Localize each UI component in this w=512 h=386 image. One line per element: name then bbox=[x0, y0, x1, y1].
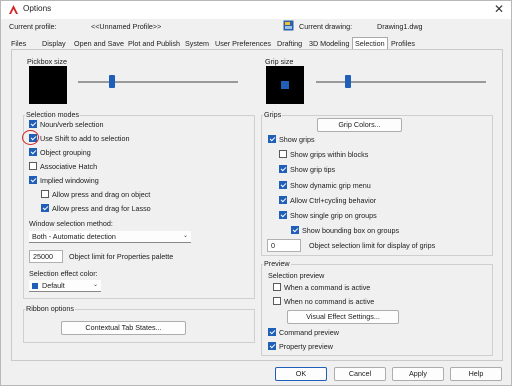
grip-limit-value: 0 bbox=[271, 241, 275, 250]
press-drag-lasso-checkbox[interactable] bbox=[41, 204, 49, 212]
title-bar: Options ✕ bbox=[1, 1, 511, 19]
ctrl-cycling-checkbox[interactable] bbox=[279, 196, 287, 204]
grip-colors-button[interactable]: Grip Colors... bbox=[317, 118, 402, 132]
effect-color-value: Default bbox=[42, 281, 65, 290]
pickbox-size-label: Pickbox size bbox=[27, 57, 67, 66]
grip-size-slider-thumb[interactable] bbox=[345, 75, 351, 88]
preview-title: Preview bbox=[263, 259, 291, 268]
help-button[interactable]: Help bbox=[450, 367, 502, 381]
command-preview-label: Command preview bbox=[279, 328, 339, 337]
grip-size-label: Grip size bbox=[265, 57, 294, 66]
associative-hatch-label: Associative Hatch bbox=[40, 162, 98, 171]
noun-verb-label: Noun/verb selection bbox=[40, 120, 104, 129]
current-drawing-label: Current drawing: bbox=[299, 22, 353, 31]
grips-within-blocks-label: Show grips within blocks bbox=[290, 150, 369, 159]
property-preview-checkbox[interactable] bbox=[268, 342, 276, 350]
single-grip-groups-checkbox[interactable] bbox=[279, 211, 287, 219]
color-swatch-icon bbox=[32, 283, 38, 289]
dynamic-grip-menu-checkbox[interactable] bbox=[279, 181, 287, 189]
ok-button[interactable]: OK bbox=[275, 367, 327, 381]
implied-windowing-label: Implied windowing bbox=[40, 176, 99, 185]
command-preview-checkbox[interactable] bbox=[268, 328, 276, 336]
show-grips-label: Show grips bbox=[279, 135, 315, 144]
selection-modes-title: Selection modes bbox=[25, 110, 81, 119]
visual-effect-settings-button[interactable]: Visual Effect Settings... bbox=[287, 310, 399, 324]
press-drag-lasso-label: Allow press and drag for Lasso bbox=[52, 204, 151, 213]
options-dialog: Options ✕ Current profile: <<Unnamed Pro… bbox=[0, 0, 512, 386]
grip-size-slider-track[interactable] bbox=[316, 81, 486, 83]
grips-within-blocks-checkbox[interactable] bbox=[279, 150, 287, 158]
chevron-down-icon: ⌄ bbox=[182, 233, 188, 239]
window-method-label: Window selection method: bbox=[29, 219, 113, 228]
close-icon[interactable]: ✕ bbox=[491, 2, 507, 17]
noun-verb-checkbox[interactable] bbox=[29, 120, 37, 128]
window-title: Options bbox=[23, 4, 52, 13]
press-drag-object-checkbox[interactable] bbox=[41, 190, 49, 198]
pickbox-slider-thumb[interactable] bbox=[109, 75, 115, 88]
associative-hatch-checkbox[interactable] bbox=[29, 162, 37, 170]
ctrl-cycling-label: Allow Ctrl+cycling behavior bbox=[290, 196, 377, 205]
highlight-annotation bbox=[22, 130, 39, 145]
chevron-down-icon: ⌄ bbox=[92, 282, 98, 288]
object-limit-label: Object limit for Properties palette bbox=[69, 252, 174, 261]
effect-color-label: Selection effect color: bbox=[29, 269, 98, 278]
no-command-checkbox[interactable] bbox=[273, 297, 281, 305]
current-drawing-value: Drawing1.dwg bbox=[377, 22, 423, 31]
grip-limit-input[interactable]: 0 bbox=[267, 239, 301, 252]
effect-color-select[interactable]: Default ⌄ bbox=[29, 280, 101, 292]
drawing-icon bbox=[283, 20, 294, 31]
shift-add-label: Use Shift to add to selection bbox=[40, 134, 130, 143]
current-profile-label: Current profile: bbox=[9, 22, 57, 31]
ribbon-options-title: Ribbon options bbox=[25, 304, 75, 313]
press-drag-object-label: Allow press and drag on object bbox=[52, 190, 151, 199]
contextual-tab-states-button[interactable]: Contextual Tab States... bbox=[61, 321, 186, 335]
no-command-label: When no command is active bbox=[284, 297, 375, 306]
bounding-box-groups-label: Show bounding box on groups bbox=[302, 226, 400, 235]
object-grouping-label: Object grouping bbox=[40, 148, 91, 157]
grip-tips-label: Show grip tips bbox=[290, 165, 336, 174]
apply-button[interactable]: Apply bbox=[392, 367, 444, 381]
grips-title: Grips bbox=[263, 110, 283, 119]
object-grouping-checkbox[interactable] bbox=[29, 148, 37, 156]
grip-square-icon bbox=[281, 81, 289, 89]
implied-windowing-checkbox[interactable] bbox=[29, 176, 37, 184]
single-grip-groups-label: Show single grip on groups bbox=[290, 211, 377, 220]
object-limit-input[interactable]: 25000 bbox=[29, 250, 63, 263]
window-method-value: Both - Automatic detection bbox=[32, 232, 116, 241]
command-active-checkbox[interactable] bbox=[273, 283, 281, 291]
grip-tips-checkbox[interactable] bbox=[279, 165, 287, 173]
pickbox-preview bbox=[29, 66, 67, 104]
grip-size-preview bbox=[266, 66, 304, 104]
show-grips-checkbox[interactable] bbox=[268, 135, 276, 143]
bounding-box-groups-checkbox[interactable] bbox=[291, 226, 299, 234]
object-limit-value: 25000 bbox=[33, 252, 53, 261]
command-active-label: When a command is active bbox=[284, 283, 371, 292]
autocad-logo-icon bbox=[9, 5, 18, 14]
window-method-select[interactable]: Both - Automatic detection ⌄ bbox=[29, 231, 191, 243]
cancel-button[interactable]: Cancel bbox=[334, 367, 386, 381]
selection-preview-label: Selection preview bbox=[268, 271, 325, 280]
property-preview-label: Property preview bbox=[279, 342, 333, 351]
pickbox-slider-track[interactable] bbox=[78, 81, 238, 83]
grip-limit-label: Object selection limit for display of gr… bbox=[309, 241, 436, 250]
current-profile-value: <<Unnamed Profile>> bbox=[91, 22, 162, 31]
dynamic-grip-menu-label: Show dynamic grip menu bbox=[290, 181, 371, 190]
